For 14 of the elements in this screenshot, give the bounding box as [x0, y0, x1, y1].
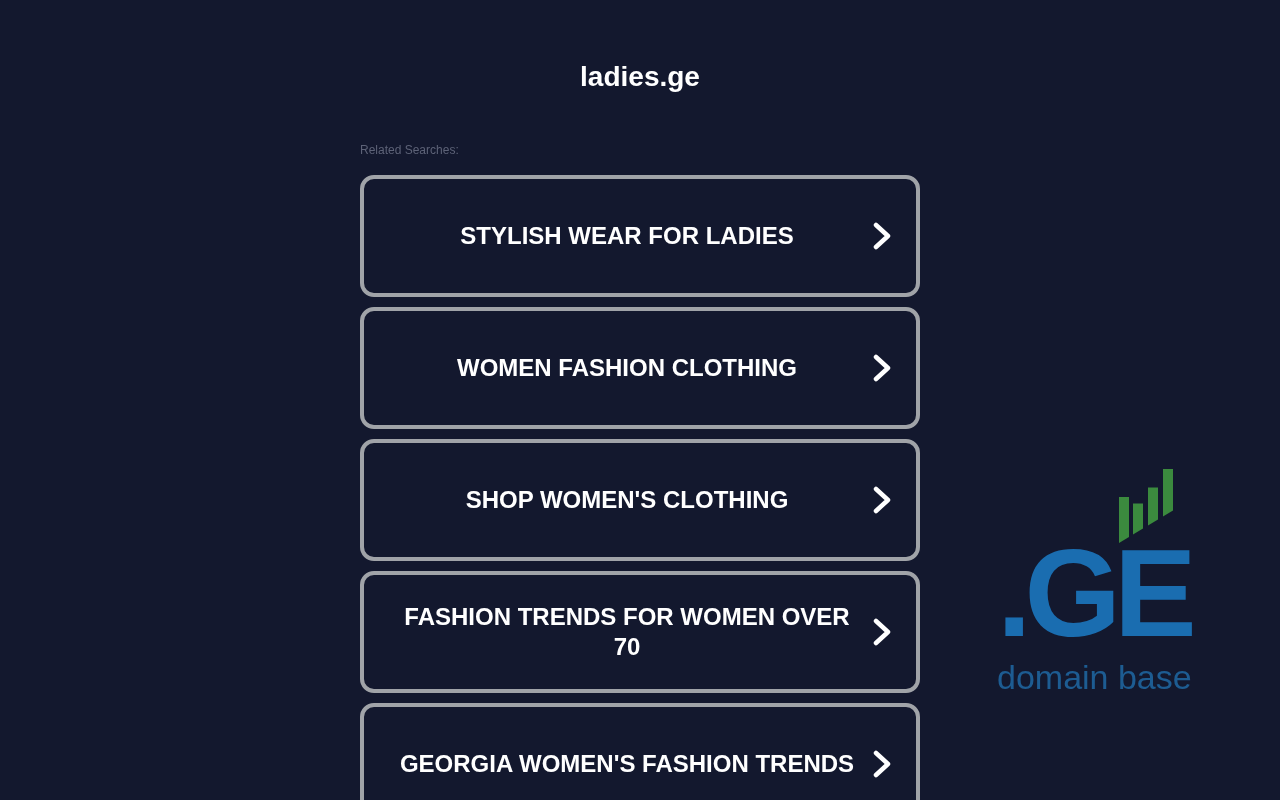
chevron-right-icon	[873, 486, 891, 514]
related-searches-label: Related Searches:	[360, 142, 459, 158]
site-title: ladies.ge	[580, 60, 700, 94]
search-link[interactable]: FASHION TRENDS FOR WOMEN OVER 70	[360, 571, 920, 693]
search-link[interactable]: WOMEN FASHION CLOTHING	[360, 307, 920, 429]
logo-tagline: domain base	[997, 656, 1192, 697]
logo-wordmark: .GE	[997, 545, 1190, 642]
search-link[interactable]: GEORGIA WOMEN'S FASHION TRENDS	[360, 703, 920, 800]
chevron-right-icon	[873, 222, 891, 250]
chevron-right-icon	[873, 618, 891, 646]
chevron-right-icon	[873, 354, 891, 382]
search-link[interactable]: SHOP WOMEN'S CLOTHING	[360, 439, 920, 561]
search-link[interactable]: STYLISH WEAR FOR LADIES	[360, 175, 920, 297]
chevron-right-icon	[873, 750, 891, 778]
